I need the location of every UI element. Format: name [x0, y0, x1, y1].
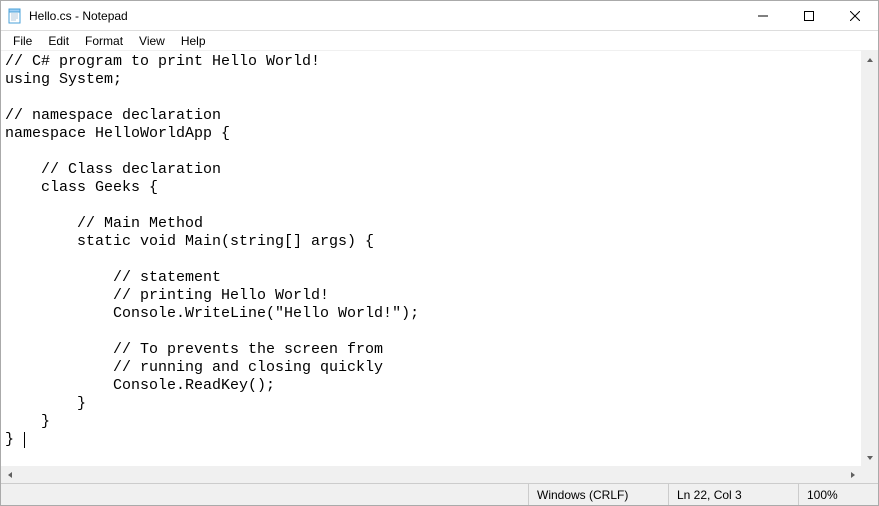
close-button[interactable]: [832, 1, 878, 30]
text-editor[interactable]: // C# program to print Hello World! usin…: [1, 51, 878, 466]
minimize-button[interactable]: [740, 1, 786, 30]
menu-view[interactable]: View: [131, 32, 173, 50]
statusbar: Windows (CRLF) Ln 22, Col 3 100%: [1, 483, 878, 505]
scroll-down-arrow-icon[interactable]: [861, 449, 878, 466]
status-cursor-position: Ln 22, Col 3: [668, 484, 798, 505]
horizontal-scroll-track[interactable]: [18, 466, 844, 483]
titlebar[interactable]: Hello.cs - Notepad: [1, 1, 878, 31]
status-line-ending: Windows (CRLF): [528, 484, 668, 505]
menubar: File Edit Format View Help: [1, 31, 878, 51]
editor-content: // C# program to print Hello World! usin…: [5, 53, 419, 448]
scroll-up-arrow-icon[interactable]: [861, 51, 878, 68]
menu-format[interactable]: Format: [77, 32, 131, 50]
menu-file[interactable]: File: [5, 32, 40, 50]
window-controls: [740, 1, 878, 30]
editor-area: // C# program to print Hello World! usin…: [1, 51, 878, 483]
horizontal-scrollbar[interactable]: [1, 466, 861, 483]
maximize-button[interactable]: [786, 1, 832, 30]
window-title: Hello.cs - Notepad: [29, 9, 740, 23]
vertical-scroll-track[interactable]: [861, 68, 878, 449]
scroll-left-arrow-icon[interactable]: [1, 466, 18, 483]
status-zoom: 100%: [798, 484, 878, 505]
notepad-icon: [7, 8, 23, 24]
scroll-right-arrow-icon[interactable]: [844, 466, 861, 483]
vertical-scrollbar[interactable]: [861, 51, 878, 466]
menu-edit[interactable]: Edit: [40, 32, 77, 50]
size-grip: [861, 466, 878, 483]
text-cursor: [24, 432, 25, 448]
menu-help[interactable]: Help: [173, 32, 214, 50]
